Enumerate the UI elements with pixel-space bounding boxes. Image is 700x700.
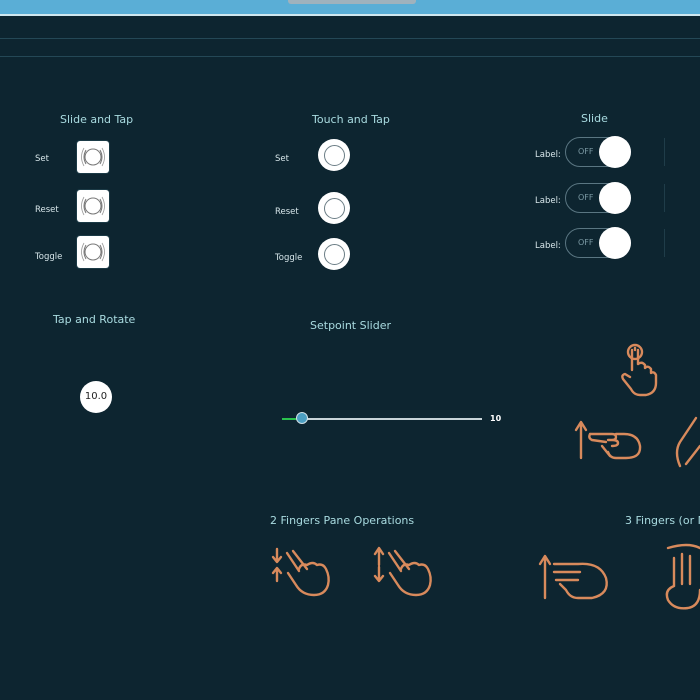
touch-and-tap-title: Touch and Tap: [312, 113, 390, 126]
slide-tap-set-label: Set: [35, 154, 49, 164]
button-inner-ring: [324, 244, 345, 265]
button-inner-ring: [324, 198, 345, 219]
swipe-button-icon: [81, 196, 105, 216]
slide-tap-reset-label: Reset: [35, 205, 59, 215]
touch-tap-reset-button[interactable]: [318, 192, 350, 224]
touch-tap-reset-label: Reset: [275, 207, 299, 217]
switch-divider: [664, 229, 665, 257]
slide-switch-3-label: Label:: [535, 241, 561, 251]
slide-switch-2-label: Label:: [535, 196, 561, 206]
slide-tap-toggle-label: Toggle: [35, 252, 63, 262]
swipe-button-icon: [81, 242, 105, 262]
title-bar-border: [0, 14, 700, 16]
title-bar-tab[interactable]: [288, 0, 416, 4]
touch-tap-toggle-label: Toggle: [275, 253, 303, 263]
header-divider-top: [0, 38, 700, 39]
slide-switch-1[interactable]: OFF: [565, 136, 631, 168]
touch-tap-toggle-button[interactable]: [318, 238, 350, 270]
slide-tap-toggle-button[interactable]: [77, 236, 109, 268]
slide-switch-2[interactable]: OFF: [565, 182, 631, 214]
title-bar: [0, 0, 700, 14]
three-fingers-title: 3 Fingers (or Mo: [625, 514, 700, 527]
one-finger-swipe-right-gesture-icon: [574, 420, 642, 460]
touch-tap-set-label: Set: [275, 154, 289, 164]
button-inner-ring: [324, 145, 345, 166]
swipe-button-icon: [81, 147, 105, 167]
setpoint-slider-track[interactable]: [282, 418, 482, 420]
header-divider-bottom: [0, 56, 700, 57]
slide-switch-3[interactable]: OFF: [565, 227, 631, 259]
switch-knob[interactable]: [599, 227, 631, 259]
setpoint-slider-value: 10: [490, 414, 502, 423]
touch-tap-set-button[interactable]: [318, 139, 350, 171]
switch-state-text: OFF: [578, 193, 594, 202]
two-fingers-pane-title: 2 Fingers Pane Operations: [270, 514, 415, 527]
switch-divider: [664, 138, 665, 166]
switch-state-text: OFF: [578, 238, 594, 247]
switch-knob[interactable]: [599, 182, 631, 214]
one-finger-tap-gesture-icon: [621, 343, 658, 397]
slide-title: Slide: [581, 112, 608, 125]
slide-tap-set-button[interactable]: [77, 141, 109, 173]
three-finger-swipe-right-gesture-icon: [538, 554, 608, 600]
setpoint-slider-thumb[interactable]: [296, 412, 308, 424]
one-finger-swipe-up-gesture-icon: [675, 416, 700, 468]
slide-and-tap-title: Slide and Tap: [60, 113, 134, 126]
rotary-knob[interactable]: 10.0: [80, 381, 112, 413]
switch-state-text: OFF: [578, 147, 594, 156]
tap-and-rotate-title: Tap and Rotate: [53, 313, 136, 326]
two-finger-pan-down-gesture-icon: [271, 547, 330, 597]
two-finger-pan-up-gesture-icon: [373, 546, 432, 597]
slide-switch-1-label: Label:: [535, 150, 561, 160]
slide-tap-reset-button[interactable]: [77, 190, 109, 222]
switch-divider: [664, 184, 665, 212]
setpoint-slider-title: Setpoint Slider: [310, 319, 391, 332]
three-finger-swipe-down-gesture-icon: [665, 543, 700, 610]
switch-knob[interactable]: [599, 136, 631, 168]
